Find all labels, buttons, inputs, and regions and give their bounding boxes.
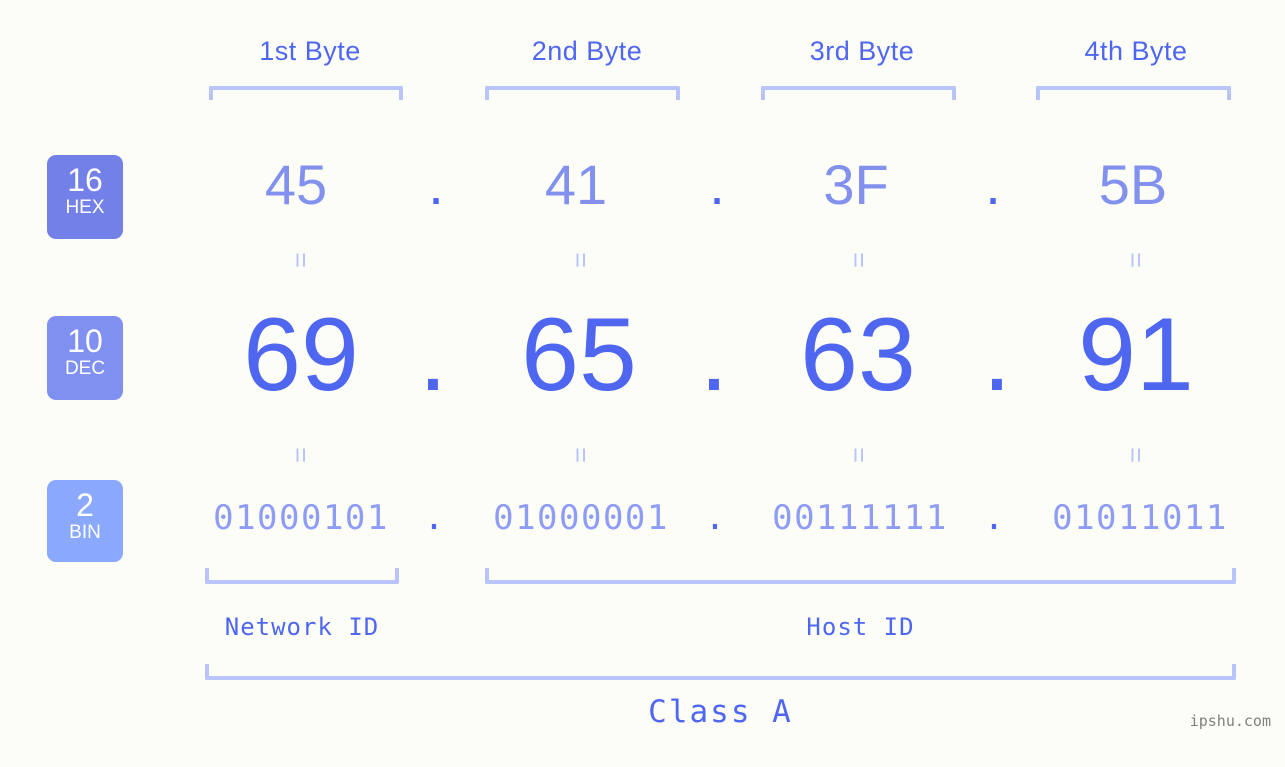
site-watermark: ipshu.com: [1189, 712, 1271, 730]
equals-icon-dec-bin-1: =: [286, 447, 316, 463]
dec-separator-1: .: [418, 297, 448, 413]
network-id-label: Network ID: [224, 613, 380, 641]
equals-icon-hex-dec-3: =: [844, 252, 874, 268]
equals-icon-hex-dec-1: =: [286, 252, 316, 268]
hex-separator-1: .: [428, 153, 444, 216]
dec-byte-3: 63: [800, 297, 916, 413]
base-badge-hex-number: 16: [67, 162, 103, 198]
base-badge-dec[interactable]: 10 DEC: [47, 316, 123, 400]
dec-byte-2: 65: [521, 297, 637, 413]
hex-byte-1: 45: [264, 153, 328, 216]
host-id-label: Host ID: [806, 613, 915, 641]
hex-byte-3: 3F: [823, 153, 889, 216]
bin-byte-4: 01011011: [1052, 498, 1228, 538]
byte-bracket-4: [1036, 86, 1231, 100]
bin-separator-3: .: [983, 498, 1005, 538]
equals-icon-hex-dec-4: =: [1121, 252, 1151, 268]
bin-byte-3: 00111111: [772, 498, 948, 538]
equals-icon-dec-bin-4: =: [1121, 447, 1151, 463]
bin-separator-1: .: [423, 498, 445, 538]
network-id-bracket: [205, 568, 399, 584]
base-badge-hex[interactable]: 16 HEX: [47, 155, 123, 239]
host-id-bracket: [485, 568, 1236, 584]
base-badge-bin-number: 2: [76, 487, 94, 523]
byte-header-1: 1st Byte: [259, 36, 361, 66]
bin-byte-1: 01000101: [213, 498, 389, 538]
dec-byte-1: 69: [243, 297, 359, 413]
byte-bracket-2: [485, 86, 680, 100]
bin-byte-2: 01000001: [493, 498, 669, 538]
byte-bracket-1: [209, 86, 403, 100]
equals-icon-hex-dec-2: =: [566, 252, 596, 268]
dec-byte-4: 91: [1078, 297, 1194, 413]
hex-separator-3: .: [985, 153, 1001, 216]
base-badge-dec-abbr: DEC: [64, 358, 106, 379]
equals-icon-dec-bin-2: =: [566, 447, 596, 463]
bin-separator-2: .: [704, 498, 726, 538]
ip-byte-breakdown-diagram: 1st Byte 2nd Byte 3rd Byte 4th Byte 16 H…: [0, 0, 1285, 767]
hex-byte-4: 5B: [1098, 153, 1168, 216]
class-bracket: [205, 664, 1236, 680]
dec-separator-3: .: [982, 297, 1012, 413]
base-badge-dec-number: 10: [67, 323, 103, 359]
byte-header-3: 3rd Byte: [809, 36, 915, 66]
hex-separator-2: .: [709, 153, 725, 216]
class-label: Class A: [648, 694, 793, 730]
dec-separator-2: .: [699, 297, 729, 413]
base-badge-bin[interactable]: 2 BIN: [47, 480, 123, 562]
equals-icon-dec-bin-3: =: [844, 447, 874, 463]
hex-byte-2: 41: [544, 153, 608, 216]
base-badge-hex-abbr: HEX: [65, 197, 105, 218]
base-badge-bin-abbr: BIN: [69, 522, 101, 543]
byte-header-2: 2nd Byte: [531, 36, 643, 66]
byte-bracket-3: [761, 86, 956, 100]
byte-header-4: 4th Byte: [1084, 36, 1188, 66]
